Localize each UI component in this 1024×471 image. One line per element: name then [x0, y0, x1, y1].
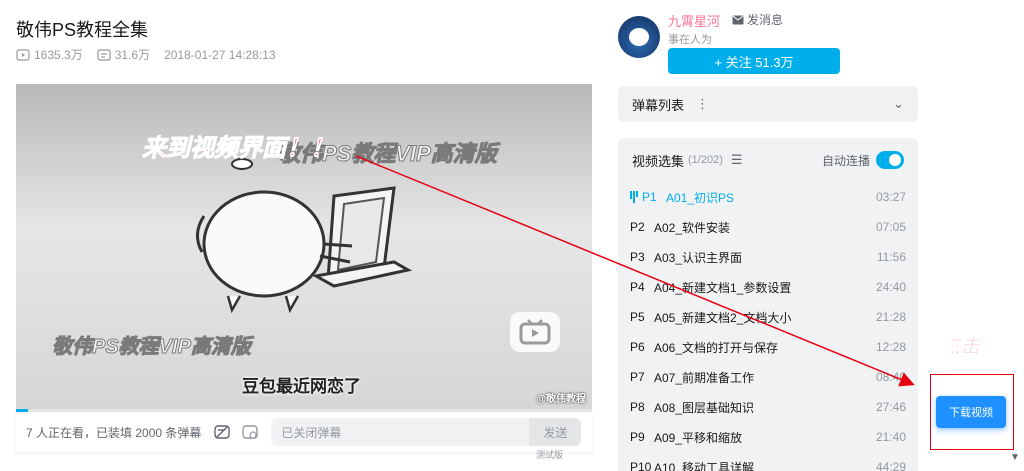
message-button[interactable]: 发消息: [732, 11, 783, 28]
send-button[interactable]: 发送: [529, 418, 582, 446]
playlist-item-title: A07_前期准备工作: [654, 370, 755, 385]
playlist-item-part: P3: [630, 250, 645, 264]
views-stat: 1635.3万: [16, 46, 83, 63]
playlist-items: P1 A01_初识PS 03:27 P2 A02_软件安装 07:05 P3 A03_认识主界…: [618, 182, 918, 471]
playlist-item-title: A04_新建文档1_参数设置: [654, 280, 792, 295]
playlist-item[interactable]: P3 A03_认识主界面 11:56: [618, 242, 918, 272]
follow-button[interactable]: + 关注 51.3万: [668, 48, 840, 74]
uploader-card: 九霄星河 发消息 事在人为 + 关注 51.3万: [618, 10, 918, 74]
uploader-name[interactable]: 九霄星河: [668, 11, 720, 30]
playlist-item-title: A08_图层基础知识: [654, 400, 755, 415]
uploader-desc: 事在人为: [668, 34, 712, 46]
mail-icon: [732, 15, 744, 24]
playlist-item-part: P7: [630, 370, 645, 384]
playlist-item-title: A03_认识主界面: [654, 250, 743, 265]
video-player[interactable]: 敬伟PS教程VIP高清版 敬伟PS教程VIP高清版 来到视频界面！！ 豆包最近网…: [16, 84, 592, 409]
video-meta: 1635.3万 31.6万 2018-01-27 14:28:13: [16, 46, 276, 63]
playlist-item-duration: 12:28: [875, 340, 906, 354]
download-video-button[interactable]: 下载视频: [936, 396, 1006, 428]
playlist-item-duration: 21:28: [875, 310, 906, 324]
playlist-header: 视频选集 (1/202) ☰ 自动连播: [618, 138, 918, 182]
playlist-item-title: A09_平移和缩放: [654, 430, 743, 445]
views-count: 1635.3万: [34, 48, 83, 62]
playlist-item-part: P9: [630, 430, 645, 444]
click-annotation: 点击: [940, 336, 981, 359]
danmaku-count-icon: [97, 48, 111, 61]
playlist-item[interactable]: P9 A09_平移和缩放 21:40: [618, 422, 918, 452]
watermark-bottom: 敬伟PS教程VIP高清版: [52, 336, 252, 359]
message-label: 发消息: [747, 13, 784, 27]
video-title: 敬伟PS教程全集: [16, 20, 149, 40]
bilibili-tv-icon: [510, 312, 560, 352]
playlist-item-part: P6: [630, 340, 645, 354]
playlist-item-duration: 24:40: [875, 280, 906, 294]
danmaku-stat: 31.6万: [97, 46, 150, 63]
test-version-tag: 测试版: [536, 450, 564, 460]
playlist-item-duration: 21:40: [875, 430, 906, 444]
danmaku-input-placeholder: 已关闭弹幕: [281, 425, 342, 440]
playlist-item[interactable]: P5 A05_新建文档2_文档大小 21:28: [618, 302, 918, 332]
playlist-item-duration: 07:05: [875, 220, 906, 234]
playlist-panel: 视频选集 (1/202) ☰ 自动连播 P1 A01_初识PS 03:27 P2 A02…: [618, 138, 918, 471]
danmaku-list-label: 弹幕列表: [632, 97, 685, 113]
avatar[interactable]: [618, 16, 660, 58]
autoplay-label: 自动连播: [821, 153, 870, 168]
danmaku-count: 31.6万: [114, 48, 151, 62]
playlist-item-title: A06_文档的打开与保存: [654, 340, 779, 355]
playlist-item[interactable]: P4 A04_新建文档1_参数设置 24:40: [618, 272, 918, 302]
playlist-count: (1/202): [688, 154, 723, 166]
playlist-item-part: P5: [630, 310, 645, 324]
playlist-item-title: A10_移动工具详解: [654, 460, 755, 471]
playing-indicator-icon: [630, 191, 638, 203]
watching-status: 7 人正在看，已装填 2000 条弹幕: [26, 425, 202, 440]
publish-date: 2018-01-27 14:28:13: [164, 47, 276, 62]
playlist-item-duration: 44:29: [875, 460, 906, 471]
playlist-item-duration: 03:27: [875, 190, 906, 204]
playlist-item[interactable]: P8 A08_图层基础知识 27:46: [618, 392, 918, 422]
more-icon[interactable]: ⋮: [696, 96, 709, 112]
playlist-item[interactable]: P1 A01_初识PS 03:27: [618, 182, 918, 212]
danmaku-settings-icon[interactable]: [239, 421, 261, 443]
video-subtitle: 豆包最近网恋了: [242, 377, 361, 396]
scroll-down-icon[interactable]: ▼: [1010, 452, 1020, 463]
list-view-icon[interactable]: ☰: [731, 152, 743, 168]
channel-watermark: @敬伟教程: [536, 394, 586, 405]
playlist-item[interactable]: P6 A06_文档的打开与保存 12:28: [618, 332, 918, 362]
playlist-item-part: P8: [630, 400, 645, 414]
play-count-icon: [16, 48, 30, 61]
chevron-down-icon[interactable]: ⌄: [893, 96, 904, 112]
playlist-item-part: P4: [630, 280, 645, 294]
playlist-item[interactable]: P2 A02_软件安装 07:05: [618, 212, 918, 242]
danmaku-list-header[interactable]: 弹幕列表 ⋮ ⌄: [618, 86, 918, 122]
playlist-item-duration: 08:40: [875, 370, 906, 384]
playlist-item-part: P2: [630, 220, 645, 234]
playlist-item-title: A01_初识PS: [666, 190, 735, 205]
danmaku-bar: 7 人正在看，已装填 2000 条弹幕 已关闭弹幕 发送: [16, 412, 592, 452]
playlist-item-part: P10: [630, 460, 652, 471]
playlist-item-duration: 11:56: [876, 250, 906, 264]
danmaku-toggle-icon[interactable]: [211, 421, 233, 443]
playlist-item-duration: 27:46: [875, 400, 906, 414]
autoplay-toggle[interactable]: [876, 151, 904, 169]
playlist-title: 视频选集: [632, 153, 685, 169]
danmaku-input[interactable]: 已关闭弹幕 发送: [271, 418, 582, 446]
playlist-item[interactable]: P7 A07_前期准备工作 08:40: [618, 362, 918, 392]
playlist-item-part: P1: [642, 190, 657, 204]
playlist-item-title: A02_软件安装: [654, 220, 731, 235]
playlist-item[interactable]: P10 A10_移动工具详解 44:29: [618, 452, 918, 471]
annotation-headline: 来到视频界面！！: [142, 135, 335, 163]
playlist-item-title: A05_新建文档2_文档大小: [654, 310, 792, 325]
